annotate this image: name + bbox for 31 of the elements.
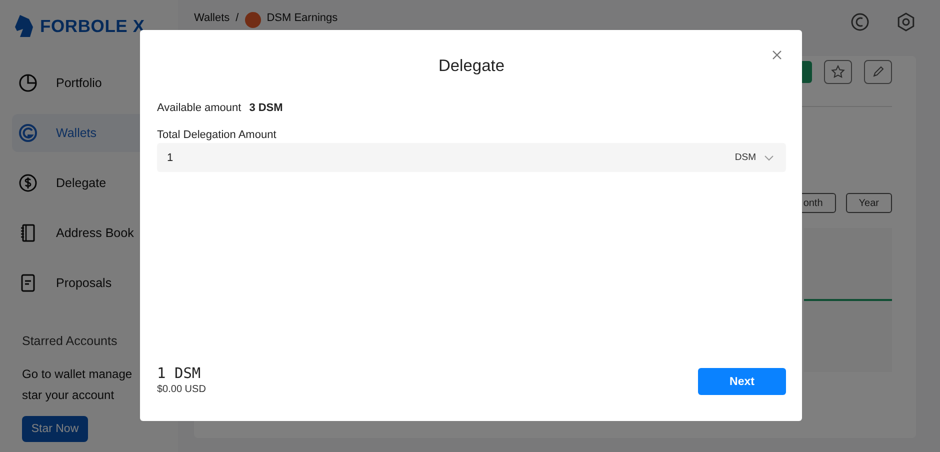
sidebar-item[interactable]: Address Book <box>12 214 166 252</box>
token-icon <box>244 12 261 28</box>
sidebar-item[interactable]: Portfolio <box>12 64 166 102</box>
nav-icon <box>18 123 38 143</box>
hint-text: Go to wallet manage <box>22 366 132 383</box>
section-title: Starred Accounts <box>22 334 118 348</box>
breadcrumb-separator: / <box>236 12 239 24</box>
edit-button[interactable] <box>864 60 892 84</box>
next-button[interactable]: Next <box>698 368 786 395</box>
total-amount: 1 DSM <box>157 366 202 382</box>
denom-select[interactable]: DSM <box>734 152 756 163</box>
pencil-icon <box>871 65 885 79</box>
star-icon <box>831 65 845 79</box>
close-icon[interactable] <box>770 48 784 62</box>
nav-icon <box>18 223 38 243</box>
star-now-button[interactable]: Star Now <box>22 416 88 442</box>
settings-icon[interactable] <box>896 12 916 32</box>
chevron-down-icon[interactable] <box>764 154 774 160</box>
total-usd: $0.00 USD <box>157 384 206 395</box>
nav-icon <box>18 73 38 93</box>
breadcrumb-link[interactable]: Wallets <box>194 12 230 24</box>
available-label: Available amount <box>157 102 242 114</box>
nav-icon <box>18 173 38 193</box>
breadcrumb-current: DSM Earnings <box>266 12 338 24</box>
star-button[interactable] <box>824 60 852 84</box>
dialog-title: Delegate <box>437 57 506 77</box>
hint-text: star your account <box>22 387 114 404</box>
available-value: 3 DSM <box>249 102 283 114</box>
amount-field[interactable]: 1 DSM <box>157 143 786 172</box>
period-button[interactable]: Year <box>846 193 892 213</box>
sidebar-item[interactable]: Proposals <box>12 264 166 302</box>
